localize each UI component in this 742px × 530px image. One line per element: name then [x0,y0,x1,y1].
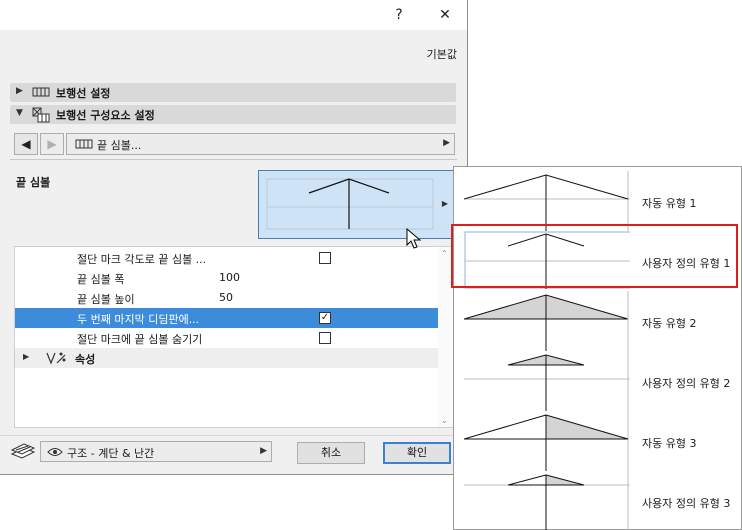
footer-divider [0,435,467,436]
layer-value: 구조 - 계단 & 난간 [67,447,155,460]
close-button[interactable]: ✕ [432,5,458,25]
property-checkbox-checked[interactable]: ✓ [319,312,331,324]
properties-icon [45,351,67,368]
auto-type-3-icon [464,411,629,471]
property-row-selected[interactable]: 두 번째 마지막 디딤판에... ✓ [15,308,439,328]
railing-icon [32,85,50,102]
mouse-cursor-icon [406,228,422,249]
component-navigator: ◀ ▶ 끝 심볼... ▶ [14,133,455,155]
collapse-arrow-icon: ▼ [16,108,23,118]
help-button[interactable]: ? [386,5,412,25]
scroll-up-icon[interactable]: ⌃ [441,249,448,258]
property-row[interactable]: 끝 심볼 높이 50 [15,288,439,308]
component-select-value: 끝 심볼... [97,139,142,152]
section-railing-settings[interactable]: ▶ 보행선 설정 [10,83,456,102]
symbol-option[interactable]: 자동 유형 2 [454,291,741,351]
title-bar: ? ✕ [0,0,467,30]
property-row[interactable]: 끝 심볼 폭 100 [15,268,439,288]
symbol-option[interactable]: 자동 유형 3 [454,411,741,471]
previous-button[interactable]: ◀ [14,133,38,155]
property-category-row[interactable]: ▶ 속성 [15,348,439,368]
property-checkbox[interactable] [319,332,331,344]
property-value[interactable]: 100 [219,271,240,284]
custom-type-1-icon [464,231,630,289]
property-checkbox[interactable] [319,252,331,264]
component-select[interactable]: 끝 심볼... ▶ [66,133,455,155]
dropdown-arrow-icon: ▶ [260,446,267,456]
custom-type-3-icon [464,471,630,530]
section-component-settings[interactable]: ▼ 보행선 구성요소 설정 [10,105,456,124]
section-label: 보행선 설정 [56,87,111,100]
symbol-option-selected[interactable]: 사용자 정의 유형 1 [454,231,741,291]
defaults-button[interactable]: 기본값 [427,46,457,62]
category-label: 속성 [75,353,96,366]
end-symbol-label: 끝 심볼 [16,176,51,189]
end-symbol-preview-button[interactable]: ▶ [258,170,454,239]
property-label: 끝 심볼 폭 [77,273,125,286]
railing-component-icon [32,107,50,126]
property-label: 절단 마크에 끝 심볼 숨기기 [77,333,203,346]
property-label: 절단 마크 각도로 끝 심볼 ... [77,253,207,266]
property-row[interactable]: 절단 마크에 끝 심볼 숨기기 [15,328,439,348]
popup-arrow-icon: ▶ [441,199,448,208]
scroll-down-icon[interactable]: ⌄ [441,416,448,425]
property-value[interactable]: 50 [219,291,233,304]
next-button[interactable]: ▶ [40,133,64,155]
expand-arrow-icon: ▶ [23,352,30,361]
option-label: 자동 유형 3 [642,437,697,450]
layer-select[interactable]: 구조 - 계단 & 난간 ▶ [40,441,272,462]
option-label: 사용자 정의 유형 1 [642,257,731,270]
end-symbol-type-popup: 자동 유형 1 사용자 정의 유형 1 자동 유형 2 사용자 정의 유형 2 [453,166,742,530]
divider [10,159,457,160]
property-label: 끝 심볼 높이 [77,293,135,306]
symbol-option[interactable]: 사용자 정의 유형 3 [454,471,741,530]
option-label: 사용자 정의 유형 3 [642,497,731,510]
auto-type-2-icon [464,291,629,351]
eye-icon [47,446,63,461]
symbol-option[interactable]: 자동 유형 1 [454,171,741,231]
auto-type-1-icon [464,171,630,231]
expand-arrow-icon: ▶ [16,86,23,96]
option-label: 자동 유형 2 [642,317,697,330]
dropdown-arrow-icon: ▶ [443,138,450,148]
end-symbol-dialog: ? ✕ 기본값 ▶ 보행선 설정 ▼ 보행선 구성요소 설정 ◀ ▶ 끝 심볼.… [0,0,468,475]
section-label: 보행선 구성요소 설정 [56,109,155,122]
symbol-option[interactable]: 사용자 정의 유형 2 [454,351,741,411]
custom-type-2-icon [464,351,630,411]
property-list: 절단 마크 각도로 끝 심볼 ... 끝 심볼 폭 100 끝 심볼 높이 50… [14,246,455,428]
option-label: 자동 유형 1 [642,197,697,210]
property-label: 두 번째 마지막 디딤판에... [77,313,200,326]
property-scrollbar[interactable]: ⌃ ⌄ [438,247,454,427]
railing-icon [75,138,93,153]
ok-button[interactable]: 확인 [383,442,451,464]
layer-icon [10,442,36,463]
property-row[interactable]: 절단 마크 각도로 끝 심볼 ... [15,248,439,268]
option-label: 사용자 정의 유형 2 [642,377,731,390]
cancel-button[interactable]: 취소 [297,442,365,464]
